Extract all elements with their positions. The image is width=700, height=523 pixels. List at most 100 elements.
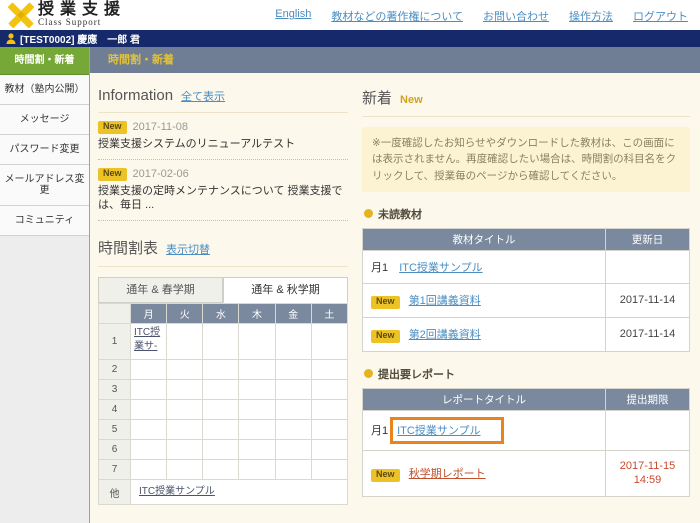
timetable-title: 時間割表	[98, 237, 158, 258]
timetable-cell	[239, 324, 275, 360]
app-subtitle: Class Support	[38, 18, 126, 27]
timetable-cell	[239, 440, 275, 460]
updated-date-cell: 2017-11-14	[606, 283, 690, 317]
table-row: 月1 ITC授業サンプル	[363, 250, 690, 283]
user-icon	[6, 33, 16, 44]
timetable-cell	[203, 420, 239, 440]
timetable-cell	[167, 360, 203, 380]
info-date: 2017-02-06	[133, 168, 189, 180]
sidebar-item-email[interactable]: メールアドレス変更	[0, 165, 89, 206]
report-link[interactable]: 秋学期レポート	[409, 468, 486, 480]
link-contact[interactable]: お問い合わせ	[483, 8, 549, 24]
top-header: 授業支援 Class Support English 教材などの著作権について …	[0, 0, 700, 30]
day-header-tue: 火	[167, 304, 203, 324]
user-bar: [TEST0002] 慶應 一郎 君	[0, 30, 700, 47]
info-item: New 2017-02-06 授業支援の定時メンテナンスについて 授業支援では、…	[98, 160, 348, 222]
timetable-cell	[275, 440, 311, 460]
new-badge: New	[98, 121, 127, 134]
sidebar-item-timetable-new[interactable]: 時間割・新着	[0, 47, 89, 75]
timetable-cell	[203, 460, 239, 480]
period-label: 3	[99, 380, 131, 400]
timetable-cell	[275, 400, 311, 420]
sidebar-item-community[interactable]: コミュニティ	[0, 206, 89, 236]
timetable-cell	[239, 400, 275, 420]
timetable-cell	[311, 324, 347, 360]
information-show-all-link[interactable]: 全て表示	[181, 88, 225, 104]
header-links: English 教材などの著作権について お問い合わせ 操作方法 ログアウト	[275, 2, 688, 24]
timetable-grid: 月 火 水 木 金 土 1	[98, 303, 348, 505]
unread-materials-title: 未読教材	[378, 206, 422, 222]
timetable-cell	[239, 460, 275, 480]
timetable-cell	[131, 440, 167, 460]
day-header-fri: 金	[275, 304, 311, 324]
timetable-cell	[203, 440, 239, 460]
unread-course-link[interactable]: ITC授業サンプル	[399, 262, 482, 274]
other-row-label: 他	[99, 480, 131, 505]
material-link[interactable]: 第1回講義資料	[409, 295, 481, 307]
information-title: Information	[98, 87, 173, 104]
table-row: New 第1回講義資料 2017-11-14	[363, 283, 690, 317]
info-text: 授業支援の定時メンテナンスについて 授業支援では、毎日 ...	[98, 184, 348, 214]
timetable-cell	[203, 360, 239, 380]
timetable-cell	[131, 360, 167, 380]
whatsnew-header: 新着 New	[362, 87, 690, 108]
breadcrumb: 時間割・新着	[90, 47, 700, 73]
timetable-cell	[131, 380, 167, 400]
timetable-cell	[311, 460, 347, 480]
tab-fall-semester[interactable]: 通年 & 秋学期	[223, 277, 348, 303]
period-label: 2	[99, 360, 131, 380]
reports-table: レポートタイトル 提出期限 月1 ITC授業サンプル	[362, 388, 690, 498]
info-date: 2017-11-08	[133, 121, 188, 133]
material-link[interactable]: 第2回講義資料	[409, 329, 481, 341]
link-howto[interactable]: 操作方法	[569, 8, 613, 24]
table-row: New 第2回講義資料 2017-11-14	[363, 317, 690, 351]
information-header: Information 全て表示	[98, 87, 348, 104]
whatsnew-new-label: New	[400, 94, 423, 106]
link-logout[interactable]: ログアウト	[633, 8, 688, 24]
semester-tabs: 通年 & 春学期 通年 & 秋学期	[98, 277, 348, 303]
link-copyright-info[interactable]: 教材などの著作権について	[331, 8, 463, 24]
tab-spring-semester[interactable]: 通年 & 春学期	[98, 277, 223, 303]
annotation-highlight-box: ITC授業サンプル	[390, 417, 503, 444]
timetable-cell	[239, 360, 275, 380]
reports-section-header: 提出要レポート	[364, 366, 690, 382]
updated-date-cell: 2017-11-14	[606, 317, 690, 351]
logo-text: 授業支援 Class Support	[38, 2, 126, 27]
deadline-cell: 2017-11-15 14:59	[606, 450, 690, 497]
app-title: 授業支援	[38, 2, 126, 18]
col-deadline: 提出期限	[606, 388, 690, 410]
divider	[362, 116, 690, 117]
course-link-mon1[interactable]: ITC授業サ-	[134, 327, 160, 352]
left-column: Information 全て表示 New 2017-11-08 授業支援システム…	[98, 87, 348, 505]
period-label: 4	[99, 400, 131, 420]
course-slot-label: 月1	[371, 425, 388, 437]
period-label: 7	[99, 460, 131, 480]
timetable-toggle-link[interactable]: 表示切替	[166, 241, 210, 257]
timetable-cell	[203, 400, 239, 420]
timetable-cell	[203, 324, 239, 360]
timetable-cell	[131, 460, 167, 480]
timetable-corner-cell	[99, 304, 131, 324]
col-material-title: 教材タイトル	[363, 228, 606, 250]
sidebar-item-password[interactable]: パスワード変更	[0, 135, 89, 165]
unread-materials-table: 教材タイトル 更新日 月1 ITC授業サンプル	[362, 228, 690, 352]
timetable-cell	[167, 380, 203, 400]
timetable-cell	[167, 324, 203, 360]
notice-box: ※一度確認したお知らせやダウンロードした教材は、この画面には表示されません。再度…	[362, 127, 690, 192]
col-report-title: レポートタイトル	[363, 388, 606, 410]
new-badge: New	[98, 168, 127, 181]
timetable-cell	[311, 420, 347, 440]
timetable-cell	[167, 400, 203, 420]
timetable-cell	[275, 324, 311, 360]
period-label: 1	[99, 324, 131, 360]
col-updated-date: 更新日	[606, 228, 690, 250]
timetable-header: 時間割表 表示切替	[98, 237, 348, 258]
report-course-link[interactable]: ITC授業サンプル	[397, 425, 480, 437]
link-english[interactable]: English	[275, 8, 311, 24]
timetable-cell	[311, 380, 347, 400]
sidebar-item-materials[interactable]: 教材（塾内公開）	[0, 75, 89, 105]
timetable-cell	[167, 460, 203, 480]
new-badge: New	[371, 469, 400, 482]
sidebar-item-messages[interactable]: メッセージ	[0, 105, 89, 135]
course-link-other[interactable]: ITC授業サンプル	[139, 486, 215, 497]
